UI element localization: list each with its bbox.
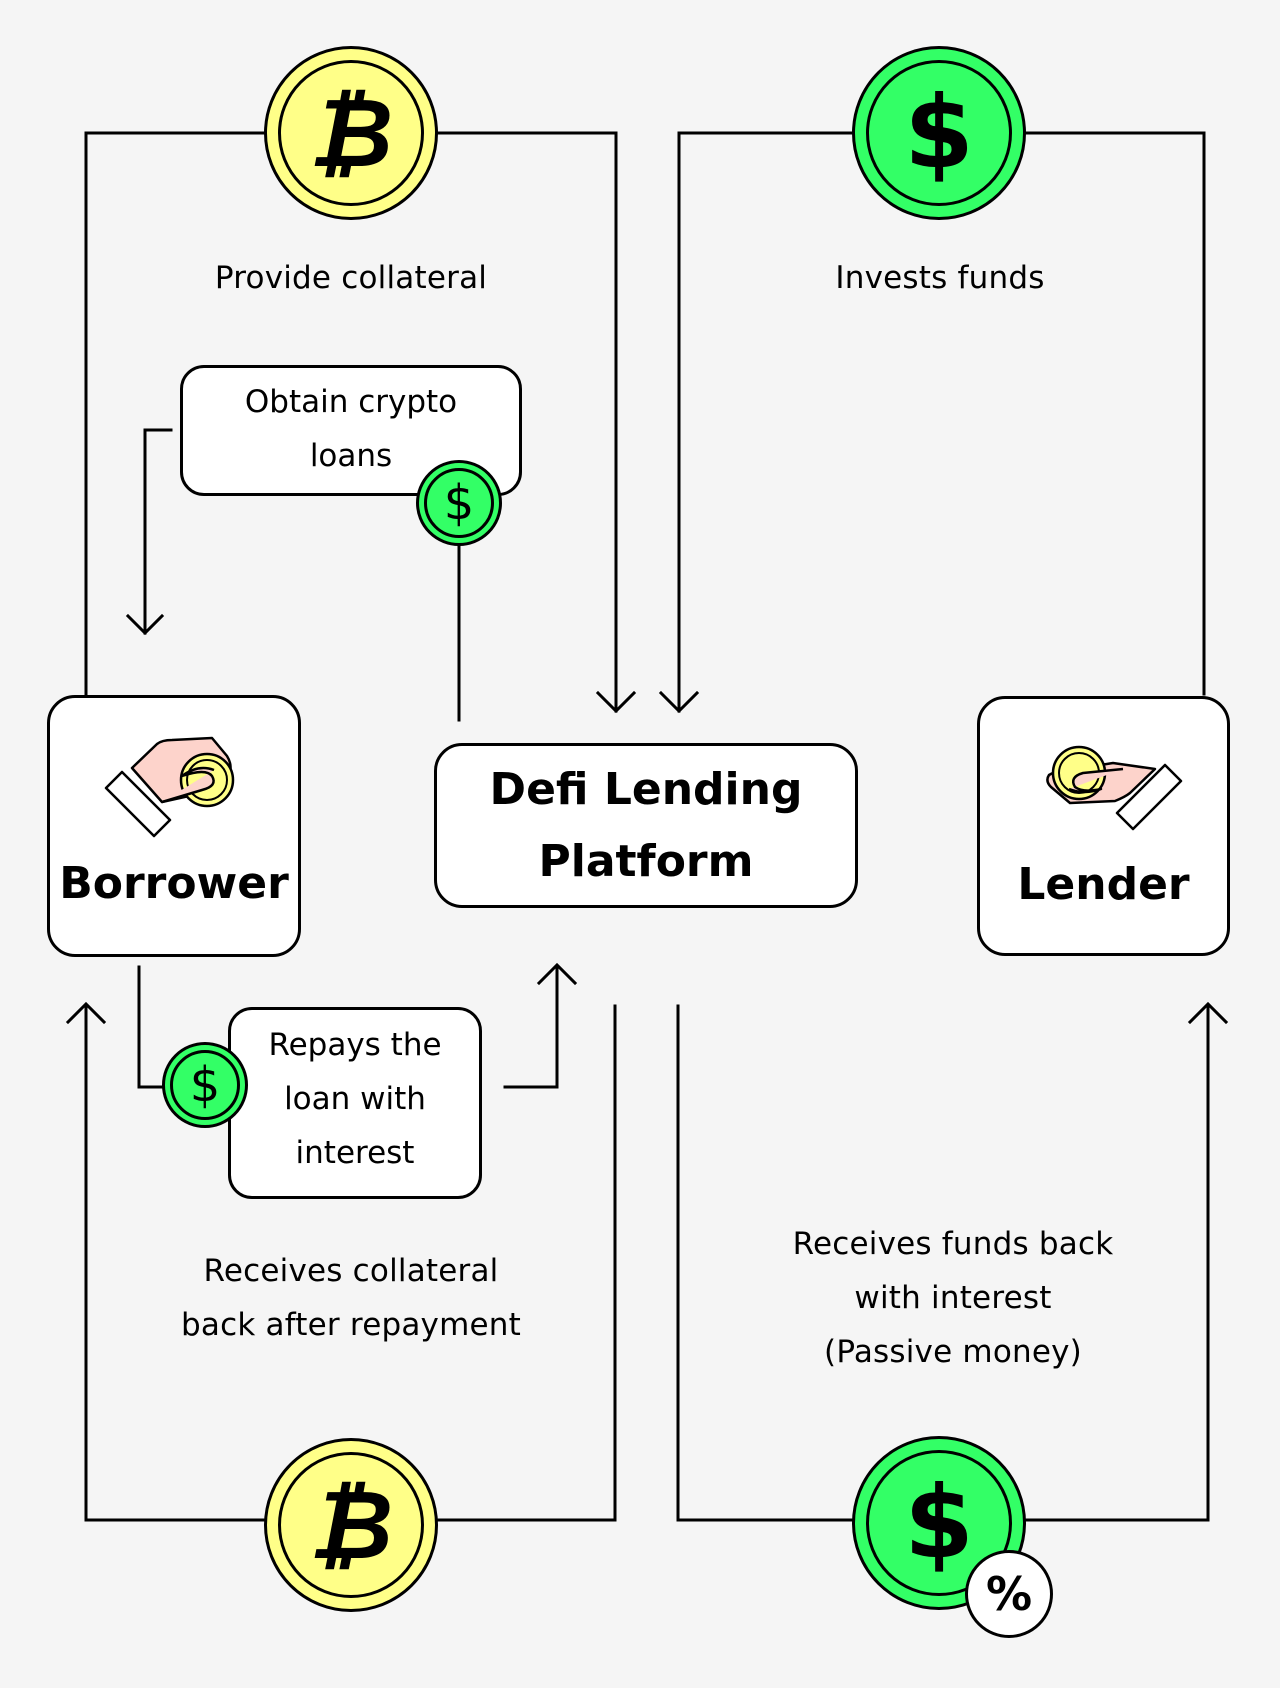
borrower-label: Borrower [59,858,289,909]
dollar-coin-icon: $ [416,460,502,546]
repays-loan-connector-right [503,964,559,1089]
receives-funds-label: Receives funds back with interest (Passi… [792,1226,1114,1370]
hand-giving-coin-icon [104,736,235,838]
repays-loan-connector-left [137,965,167,1089]
dollar-coin-icon: $ [162,1042,248,1128]
bitcoin-coin-icon: ₿ [264,1438,438,1612]
defi-lending-platform-card[interactable]: Defi Lending Platform [434,743,858,908]
repays-loan-bubble: Repays the loan with interest [228,1007,482,1199]
repays-loan-label: Repays the loan with interest [268,1027,442,1171]
bitcoin-coin-icon: ₿ [264,46,438,220]
dollar-coin-icon: $ [852,46,1026,220]
provide-collateral-label: Provide collateral [214,260,488,296]
obtain-loans-connector [143,428,173,635]
obtain-loans-label: Obtain crypto loans [244,383,458,474]
bitcoin-glyph: ₿ [308,77,394,189]
dollar-glyph: $ [443,475,475,531]
lender-card[interactable]: Lender [977,696,1230,956]
borrower-card[interactable]: Borrower [47,695,301,957]
dollar-glyph: $ [904,74,974,191]
invests-funds-label: Invests funds [835,260,1045,296]
percent-glyph: % [985,1567,1033,1621]
dollar-glyph: $ [189,1057,221,1113]
receives-collateral-label: Receives collateral back after repayment [181,1253,521,1343]
percent-icon: % [965,1550,1053,1638]
bitcoin-glyph: ₿ [308,1469,394,1581]
lender-label: Lender [1017,859,1190,910]
dollar-glyph: $ [904,1464,974,1581]
platform-title: Defi Lending Platform [489,763,803,887]
hand-giving-coin-icon [1046,745,1183,831]
